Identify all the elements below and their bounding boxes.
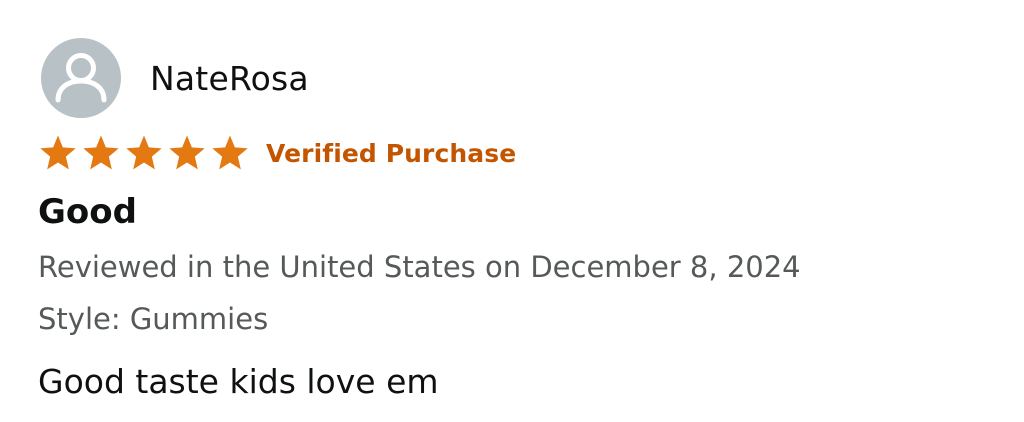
star-icon [40,135,76,170]
review-title[interactable]: Good [38,192,137,232]
review-text: Good taste kids love em [38,362,439,401]
review-date: Reviewed in the United States on Decembe… [38,250,801,284]
star-icon [83,135,119,170]
star-rating[interactable] [37,133,252,173]
review-card: NateRosa Verified Purchase Good Reviewed… [0,0,1024,422]
rating-row: Verified Purchase [37,133,516,173]
review-style: Style: Gummies [38,302,269,336]
verified-purchase-badge[interactable]: Verified Purchase [266,139,516,168]
reviewer-name[interactable]: NateRosa [150,59,309,98]
user-icon [55,53,107,103]
star-icon [212,135,248,170]
avatar[interactable] [41,38,121,118]
star-icon [126,135,162,170]
star-icon [169,135,205,170]
reviewer-profile[interactable]: NateRosa [41,38,309,118]
